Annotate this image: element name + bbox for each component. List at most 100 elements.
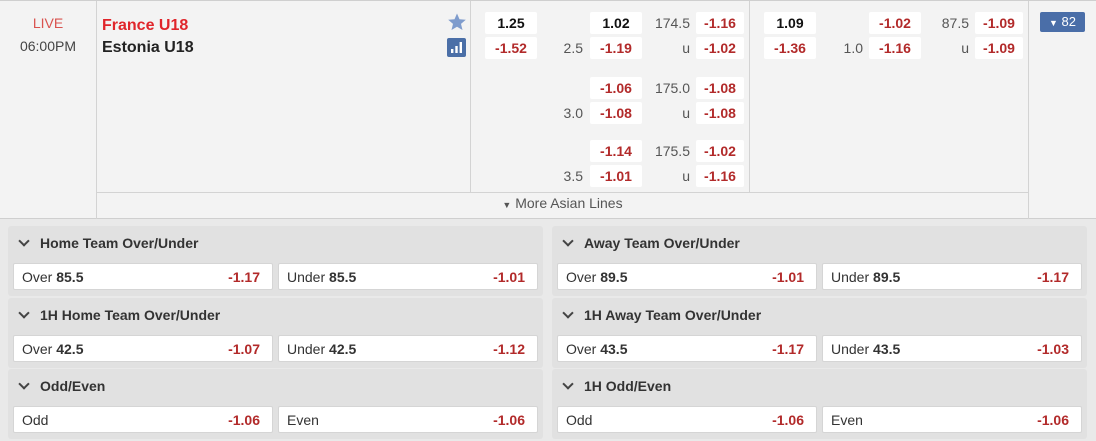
hdp-home-odd[interactable]: 1.02 — [590, 12, 642, 34]
away-team-name[interactable]: Estonia U18 — [102, 39, 194, 57]
h1-ml-home-odd[interactable]: 1.09 — [764, 12, 816, 34]
divider — [96, 192, 1028, 193]
option-odd: -1.03 — [1037, 341, 1069, 357]
chevron-down-icon — [562, 307, 574, 319]
ou-over-odd[interactable]: -1.16 — [696, 12, 744, 34]
market-title: Away Team Over/Under — [584, 235, 740, 251]
hdp-away-odd[interactable]: -1.01 — [590, 165, 642, 187]
hdp-line: 3.0 — [563, 105, 583, 121]
market-panel: 1H Away Team Over/Under Over 43.5 -1.17 U… — [552, 298, 1087, 368]
option-label: Under 89.5 — [831, 269, 901, 285]
divider — [1028, 1, 1029, 219]
option-label: Under 42.5 — [287, 341, 357, 357]
option-label: Odd — [566, 412, 593, 428]
bet-option[interactable]: Under 42.5 -1.12 — [278, 335, 538, 362]
ou-under-odd[interactable]: -1.02 — [696, 37, 744, 59]
divider — [96, 1, 97, 219]
ml-home-odd[interactable]: 1.25 — [485, 12, 537, 34]
ou-total: 175.5 — [654, 143, 690, 159]
match-row: LIVE 06:00PM France U18 Estonia U18 1.25… — [0, 0, 1096, 219]
option-odd: -1.17 — [228, 269, 260, 285]
ou-over-odd[interactable]: -1.02 — [696, 140, 744, 162]
market-header[interactable]: Away Team Over/Under — [562, 235, 740, 251]
home-team-name[interactable]: France U18 — [102, 17, 188, 35]
option-odd: -1.17 — [772, 341, 804, 357]
divider — [470, 1, 471, 192]
market-header[interactable]: 1H Away Team Over/Under — [562, 307, 761, 323]
hdp-home-odd[interactable]: -1.14 — [590, 140, 642, 162]
bet-option[interactable]: Over 85.5 -1.17 — [13, 263, 273, 290]
chevron-down-icon — [18, 378, 30, 390]
live-status: LIVE — [32, 15, 64, 31]
chevron-down-icon — [18, 235, 30, 247]
option-label: Under 85.5 — [287, 269, 357, 285]
chevron-down-icon — [562, 378, 574, 390]
h1-hdp-away-odd[interactable]: -1.16 — [869, 37, 921, 59]
market-title: 1H Away Team Over/Under — [584, 307, 762, 323]
stats-chart-icon[interactable] — [447, 38, 466, 57]
bet-option[interactable]: Odd -1.06 — [13, 406, 273, 433]
option-odd: -1.01 — [493, 269, 525, 285]
market-panel: Home Team Over/Under Over 85.5 -1.17 Unde… — [8, 226, 543, 296]
market-header[interactable]: Home Team Over/Under — [18, 235, 198, 251]
hdp-home-odd[interactable]: -1.06 — [590, 77, 642, 99]
ml-away-odd[interactable]: -1.52 — [485, 37, 537, 59]
bet-option[interactable]: Under 43.5 -1.03 — [822, 335, 1082, 362]
bet-option[interactable]: Even -1.06 — [822, 406, 1082, 433]
hdp-line: 2.5 — [563, 40, 583, 56]
market-panel: Odd/Even Odd -1.06 Even -1.06 — [8, 369, 543, 439]
market-panel: Away Team Over/Under Over 89.5 -1.01 Unde… — [552, 226, 1087, 296]
option-label: Under 43.5 — [831, 341, 901, 357]
more-markets-button[interactable]: ▼ 82 — [1040, 12, 1085, 32]
bet-option[interactable]: Over 89.5 -1.01 — [557, 263, 817, 290]
option-label: Even — [287, 412, 319, 428]
hdp-line: 3.5 — [563, 168, 583, 184]
bet-option[interactable]: Even -1.06 — [278, 406, 538, 433]
option-label: Over 85.5 — [22, 269, 84, 285]
more-asian-lines-label: More Asian Lines — [515, 195, 623, 211]
hdp-away-odd[interactable]: -1.08 — [590, 102, 642, 124]
option-odd: -1.17 — [1037, 269, 1069, 285]
caret-down-icon: ▼ — [502, 200, 512, 210]
option-odd: -1.01 — [772, 269, 804, 285]
h1-hdp-home-odd[interactable]: -1.02 — [869, 12, 921, 34]
ou-under-label: u — [682, 40, 690, 56]
market-header[interactable]: 1H Home Team Over/Under — [18, 307, 220, 323]
ou-under-odd[interactable]: -1.08 — [696, 102, 744, 124]
h1-under-odd[interactable]: -1.09 — [975, 37, 1023, 59]
h1-ou-total: 87.5 — [941, 15, 969, 31]
option-label: Over 42.5 — [22, 341, 84, 357]
option-odd: -1.07 — [228, 341, 260, 357]
ou-under-label: u — [682, 105, 690, 121]
market-title: 1H Odd/Even — [584, 378, 672, 394]
market-panel: 1H Odd/Even Odd -1.06 Even -1.06 — [552, 369, 1087, 439]
hdp-away-odd[interactable]: -1.19 — [590, 37, 642, 59]
chevron-down-icon — [562, 235, 574, 247]
h1-hdp-line: 1.0 — [843, 40, 863, 56]
option-odd: -1.06 — [1037, 412, 1069, 428]
h1-ml-away-odd[interactable]: -1.36 — [764, 37, 816, 59]
divider — [749, 1, 750, 192]
ou-total: 175.0 — [654, 80, 690, 96]
option-label: Over 89.5 — [566, 269, 628, 285]
caret-down-icon: ▼ — [1048, 18, 1058, 28]
bet-option[interactable]: Over 42.5 -1.07 — [13, 335, 273, 362]
more-asian-lines-link[interactable]: ▼ More Asian Lines — [97, 195, 1028, 211]
bet-option[interactable]: Odd -1.06 — [557, 406, 817, 433]
option-label: Over 43.5 — [566, 341, 628, 357]
market-header[interactable]: 1H Odd/Even — [562, 378, 671, 394]
option-odd: -1.06 — [493, 412, 525, 428]
h1-ou-under-label: u — [961, 40, 969, 56]
star-icon[interactable] — [447, 12, 467, 32]
bet-option[interactable]: Over 43.5 -1.17 — [557, 335, 817, 362]
ou-under-odd[interactable]: -1.16 — [696, 165, 744, 187]
more-markets-count: 82 — [1061, 14, 1076, 29]
ou-total: 174.5 — [654, 15, 690, 31]
market-title: Home Team Over/Under — [40, 235, 199, 251]
bet-option[interactable]: Under 85.5 -1.01 — [278, 263, 538, 290]
market-title: Odd/Even — [40, 378, 106, 394]
ou-over-odd[interactable]: -1.08 — [696, 77, 744, 99]
bet-option[interactable]: Under 89.5 -1.17 — [822, 263, 1082, 290]
h1-over-odd[interactable]: -1.09 — [975, 12, 1023, 34]
market-header[interactable]: Odd/Even — [18, 378, 105, 394]
